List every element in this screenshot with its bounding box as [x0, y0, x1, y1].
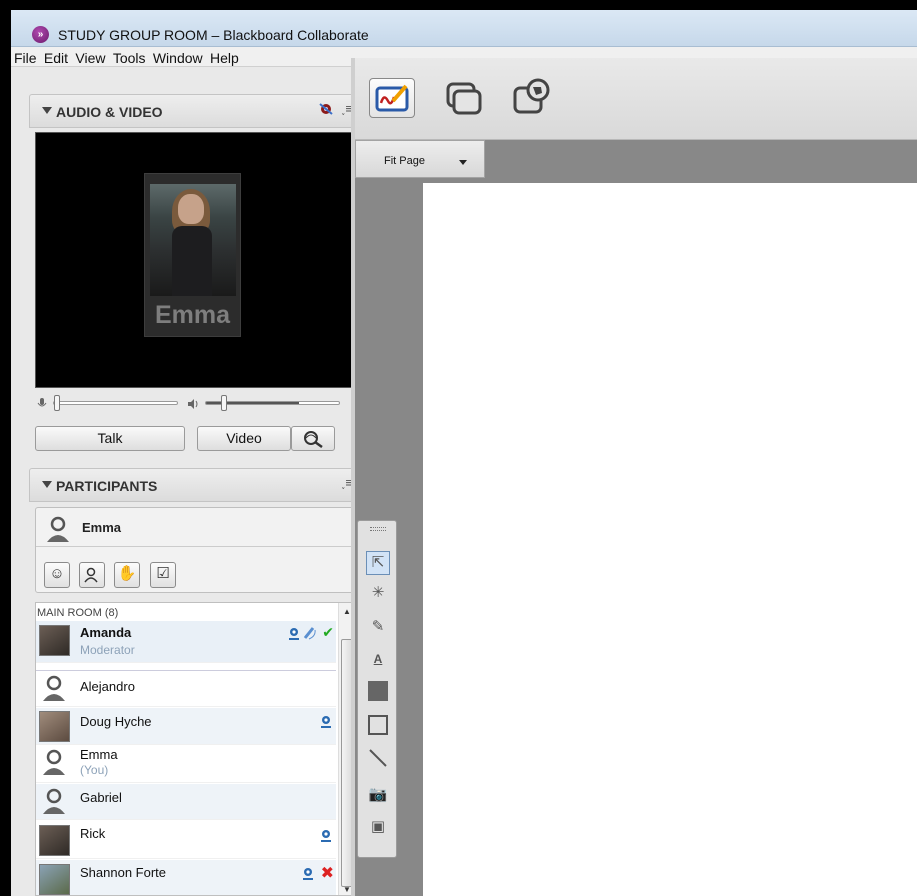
whiteboard-tools-palette: ⇱ ✳ ✎ A 📷 ▣ [357, 520, 397, 858]
whiteboard-icon [375, 84, 409, 112]
webcam-icon [300, 866, 316, 883]
mic-volume-slider[interactable] [54, 395, 60, 411]
participant-role: Moderator [80, 643, 135, 657]
menu-tools[interactable]: Tools [110, 47, 147, 66]
participant-video-image [150, 184, 236, 296]
raise-hand-button[interactable]: ✋ [114, 562, 140, 588]
scroll-up-arrow-icon[interactable]: ▲ [343, 607, 351, 616]
participant-row[interactable]: Shannon Forte ✖ [36, 860, 336, 895]
web-tour-icon [513, 78, 550, 114]
divider [36, 546, 355, 547]
default-avatar-icon [43, 788, 65, 814]
video-preview-button[interactable] [291, 426, 335, 451]
participant-name: Emma [80, 747, 118, 762]
title-bar: » STUDY GROUP ROOM – Blackboard Collabor… [11, 10, 917, 47]
line-tool-icon[interactable] [366, 747, 390, 771]
participant-name: Doug Hyche [80, 714, 152, 729]
participants-list: MAIN ROOM (8) Amanda Moderator ✔ Alejand… [35, 602, 356, 896]
participants-panel-header[interactable]: PARTICIPANTS ˯≡ [29, 468, 362, 502]
video-preview-icon [304, 431, 323, 449]
audio-video-title: AUDIO & VIDEO [56, 104, 163, 120]
collapse-triangle-icon[interactable] [42, 481, 52, 488]
my-name: Emma [82, 520, 122, 535]
poll-response-button[interactable]: ☑ [150, 562, 176, 588]
dropdown-arrow-icon [459, 160, 467, 165]
menu-edit[interactable]: Edit [41, 47, 69, 66]
participant-name: Rick [80, 826, 106, 841]
video-participant-name: Emma [154, 301, 231, 329]
participant-name: Gabriel [80, 790, 122, 805]
participant-row[interactable]: Doug Hyche [36, 708, 336, 745]
speaker-icon [188, 399, 198, 409]
screen-capture-tool-icon[interactable]: 📷 [366, 783, 390, 807]
participant-you-label: (You) [80, 763, 109, 777]
default-avatar-icon [47, 516, 69, 542]
text-tool-icon[interactable]: A [366, 647, 390, 671]
video-button[interactable]: Video [197, 426, 291, 451]
mic-volume-track[interactable] [53, 401, 178, 405]
participant-row[interactable]: Emma (You) [36, 745, 336, 783]
whiteboard-page[interactable] [423, 183, 917, 896]
insert-image-tool-icon[interactable]: ▣ [366, 815, 390, 839]
fit-page-dropdown[interactable]: Fit Page [355, 140, 485, 178]
default-avatar-icon [43, 675, 65, 701]
microphone-icon [37, 398, 47, 407]
application-share-icon [446, 82, 482, 115]
webcam-icon [318, 828, 334, 845]
video-display: Emma [35, 132, 356, 388]
web-tour-mode-button[interactable] [509, 78, 555, 118]
participant-row[interactable]: Alejandro [36, 670, 336, 707]
scroll-down-arrow-icon[interactable]: ▼ [343, 885, 351, 894]
audio-level-controls [35, 393, 356, 413]
left-panel-column: AUDIO & VIDEO ˯≡ Emma Talk Video PARTICI… [29, 70, 362, 896]
participant-row[interactable]: Amanda Moderator ✔ [36, 621, 336, 663]
webcam-icon [286, 626, 302, 643]
pencil-tool-icon[interactable]: ✎ [366, 615, 390, 639]
webcam-icon [318, 714, 334, 731]
default-avatar-icon [43, 749, 65, 775]
participants-title: PARTICIPANTS [56, 478, 158, 494]
participant-photo [39, 864, 70, 895]
palette-drag-handle[interactable] [370, 527, 386, 531]
menu-file[interactable]: File [11, 47, 38, 66]
app-window: » STUDY GROUP ROOM – Blackboard Collabor… [11, 10, 917, 896]
participant-row[interactable]: Rick [36, 821, 336, 859]
rectangle-tool-icon[interactable] [366, 713, 390, 737]
menu-window[interactable]: Window [150, 47, 204, 66]
camera-settings-icon[interactable] [318, 102, 334, 116]
participant-name: Shannon Forte [80, 865, 167, 880]
red-x-icon: ✖ [320, 865, 334, 882]
app-logo-icon: » [32, 26, 49, 43]
content-stage: Fit Page [355, 140, 917, 896]
profile-button[interactable] [79, 562, 105, 588]
talk-button[interactable]: Talk [35, 426, 185, 451]
video-tile: Emma [144, 173, 241, 337]
content-mode-toolbar [355, 58, 917, 140]
fit-page-label: Fit Page [384, 155, 425, 167]
app-share-mode-button[interactable] [439, 78, 485, 118]
select-tool-icon[interactable]: ⇱ [366, 551, 390, 575]
collapse-triangle-icon[interactable] [42, 107, 52, 114]
checkmark-icon: ✔ [322, 624, 334, 640]
emoticon-button[interactable]: ☺ [44, 562, 70, 588]
whiteboard-mode-button[interactable] [369, 78, 415, 118]
participant-photo [39, 711, 70, 742]
speaker-volume-slider[interactable] [221, 395, 227, 411]
audio-video-panel-header[interactable]: AUDIO & VIDEO ˯≡ [29, 94, 362, 128]
my-status-box: Emma ☺ ✋ ☑ [35, 507, 356, 593]
participant-row[interactable]: Gabriel [36, 784, 336, 820]
window-title: STUDY GROUP ROOM – Blackboard Collaborat… [58, 27, 369, 43]
filled-rectangle-tool-icon[interactable] [366, 679, 390, 703]
microphone-active-icon [303, 626, 317, 643]
participant-photo [39, 625, 70, 656]
menu-help[interactable]: Help [207, 47, 240, 66]
participant-name: Amanda [80, 625, 132, 640]
participant-name: Alejandro [80, 679, 135, 694]
laser-pointer-tool-icon[interactable]: ✳ [366, 581, 390, 605]
profile-icon [84, 567, 98, 583]
main-room-label: MAIN ROOM (8) [37, 607, 119, 619]
menu-view[interactable]: View [72, 47, 106, 66]
participant-photo [39, 825, 70, 856]
